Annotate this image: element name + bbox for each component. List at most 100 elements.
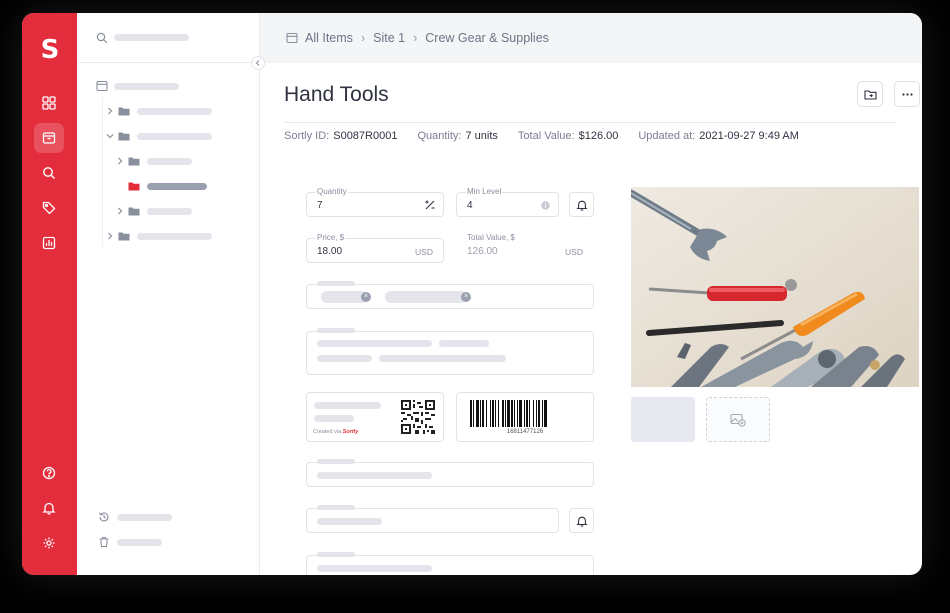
quantity-value: 7 units — [465, 130, 498, 142]
items-box-icon[interactable] — [34, 123, 64, 153]
tag-chip[interactable]: × — [385, 291, 471, 303]
search-placeholder — [114, 34, 189, 41]
created-via-brand: Sortly — [342, 429, 359, 435]
barcode-card[interactable]: 16811477126 — [456, 392, 594, 442]
barcode-bar — [514, 400, 515, 427]
min-level-field[interactable]: Min Level 4 — [456, 187, 559, 217]
adjust-quantity-icon[interactable] — [424, 199, 436, 211]
bell-icon[interactable] — [34, 493, 64, 523]
barcode-bar — [524, 400, 525, 427]
chevron-right-icon[interactable] — [106, 107, 114, 115]
breadcrumb-site[interactable]: Site 1 — [373, 31, 405, 45]
tag-chip[interactable]: × — [321, 291, 371, 303]
notes-field[interactable] — [306, 328, 594, 375]
history-icon[interactable] — [98, 511, 110, 523]
qr-label-card[interactable]: Created via Sortly — [306, 392, 444, 442]
custom-field-label — [317, 459, 355, 464]
breadcrumb-all-items[interactable]: All Items — [305, 31, 353, 45]
price-field-value[interactable]: 18.00 — [317, 246, 342, 257]
tags-field[interactable]: × × — [306, 281, 594, 309]
qr-code-icon — [401, 400, 435, 434]
total-value-unit: USD — [565, 247, 583, 257]
custom-field[interactable] — [306, 459, 594, 487]
item-photo-hand-tools[interactable] — [631, 187, 919, 387]
barcode-bar — [533, 400, 534, 427]
barcode-bar — [542, 400, 543, 427]
created-via-text: Created via Sortly — [313, 429, 358, 435]
close-icon[interactable]: × — [461, 292, 471, 302]
dashboard-icon[interactable] — [34, 88, 64, 118]
quantity-field-value[interactable]: 7 — [317, 200, 323, 211]
custom-field[interactable] — [306, 505, 559, 533]
notes-line — [317, 355, 372, 362]
search-icon[interactable] — [34, 158, 64, 188]
close-icon[interactable]: × — [361, 292, 371, 302]
min-level-field-value[interactable]: 4 — [467, 200, 473, 211]
more-options-button[interactable] — [894, 81, 920, 107]
folder-icon — [118, 107, 130, 116]
chevron-left-icon — [255, 60, 260, 66]
history-label[interactable] — [117, 514, 172, 521]
sidebar-search[interactable] — [77, 13, 259, 63]
folder-label[interactable] — [137, 233, 212, 240]
custom-field-alert-button[interactable] — [569, 508, 594, 533]
chevron-right-icon[interactable] — [116, 207, 124, 215]
bell-icon — [575, 516, 588, 527]
add-image-icon — [730, 413, 746, 427]
quantity-label: Quantity: — [417, 130, 462, 142]
total-value-field-value: 126.00 — [467, 246, 498, 257]
updated-value: 2021-09-27 9:49 AM — [699, 130, 799, 142]
barcode-bar — [538, 400, 540, 427]
min-level-alert-button[interactable] — [569, 192, 594, 217]
photo-thumbnail[interactable] — [631, 397, 695, 442]
barcode-bar — [526, 400, 528, 427]
chevron-right-icon[interactable] — [106, 232, 114, 240]
trash-label[interactable] — [117, 539, 162, 546]
sortly-id-label: Sortly ID: — [284, 130, 330, 142]
title-divider — [284, 122, 897, 123]
help-icon[interactable] — [34, 458, 64, 488]
barcode-bar — [529, 400, 530, 427]
barcode-bar — [517, 400, 518, 427]
trash-icon[interactable] — [98, 536, 110, 548]
quantity-field[interactable]: Quantity 7 — [306, 187, 444, 217]
move-to-folder-button[interactable] — [857, 81, 883, 107]
chevron-down-icon[interactable] — [106, 132, 114, 140]
custom-field[interactable] — [306, 552, 594, 575]
barcode-bar — [476, 400, 479, 427]
barcode-bar — [544, 400, 547, 427]
custom-field-value — [317, 518, 382, 525]
folder-label[interactable] — [147, 208, 192, 215]
barcode-bar — [470, 400, 472, 427]
chevron-right-icon[interactable] — [116, 157, 124, 165]
notes-label-placeholder — [317, 328, 355, 333]
breadcrumb-current-folder[interactable]: Crew Gear & Supplies — [425, 31, 549, 45]
min-level-field-label: Min Level — [466, 187, 503, 196]
tags-icon[interactable] — [34, 193, 64, 223]
info-icon[interactable] — [541, 201, 550, 210]
barcode-bar — [495, 400, 496, 427]
custom-field-value — [317, 472, 432, 479]
add-photo-button[interactable] — [706, 397, 770, 442]
custom-field-label — [317, 505, 355, 510]
total-value-label: Total Value: — [517, 130, 575, 142]
folder-sidebar — [77, 13, 260, 575]
qr-label-line — [314, 415, 354, 422]
barcode-bar — [482, 400, 484, 427]
folder-label[interactable] — [147, 158, 192, 165]
collapse-sidebar-button[interactable] — [251, 56, 265, 70]
settings-gear-icon[interactable] — [34, 528, 64, 558]
sortly-logo[interactable]: S — [37, 35, 63, 65]
folder-label[interactable] — [137, 108, 212, 115]
notes-line — [379, 355, 506, 362]
root-folder-label[interactable] — [114, 83, 179, 90]
folder-label-selected[interactable] — [147, 183, 207, 190]
notes-line — [439, 340, 489, 347]
barcode-bar — [486, 400, 487, 427]
breadcrumb-separator-icon: › — [413, 31, 418, 45]
folder-label[interactable] — [137, 133, 212, 140]
price-field[interactable]: Price, $ 18.00 USD — [306, 233, 444, 263]
barcode-bar — [480, 400, 481, 427]
reports-icon[interactable] — [34, 228, 64, 258]
notes-line — [317, 340, 432, 347]
